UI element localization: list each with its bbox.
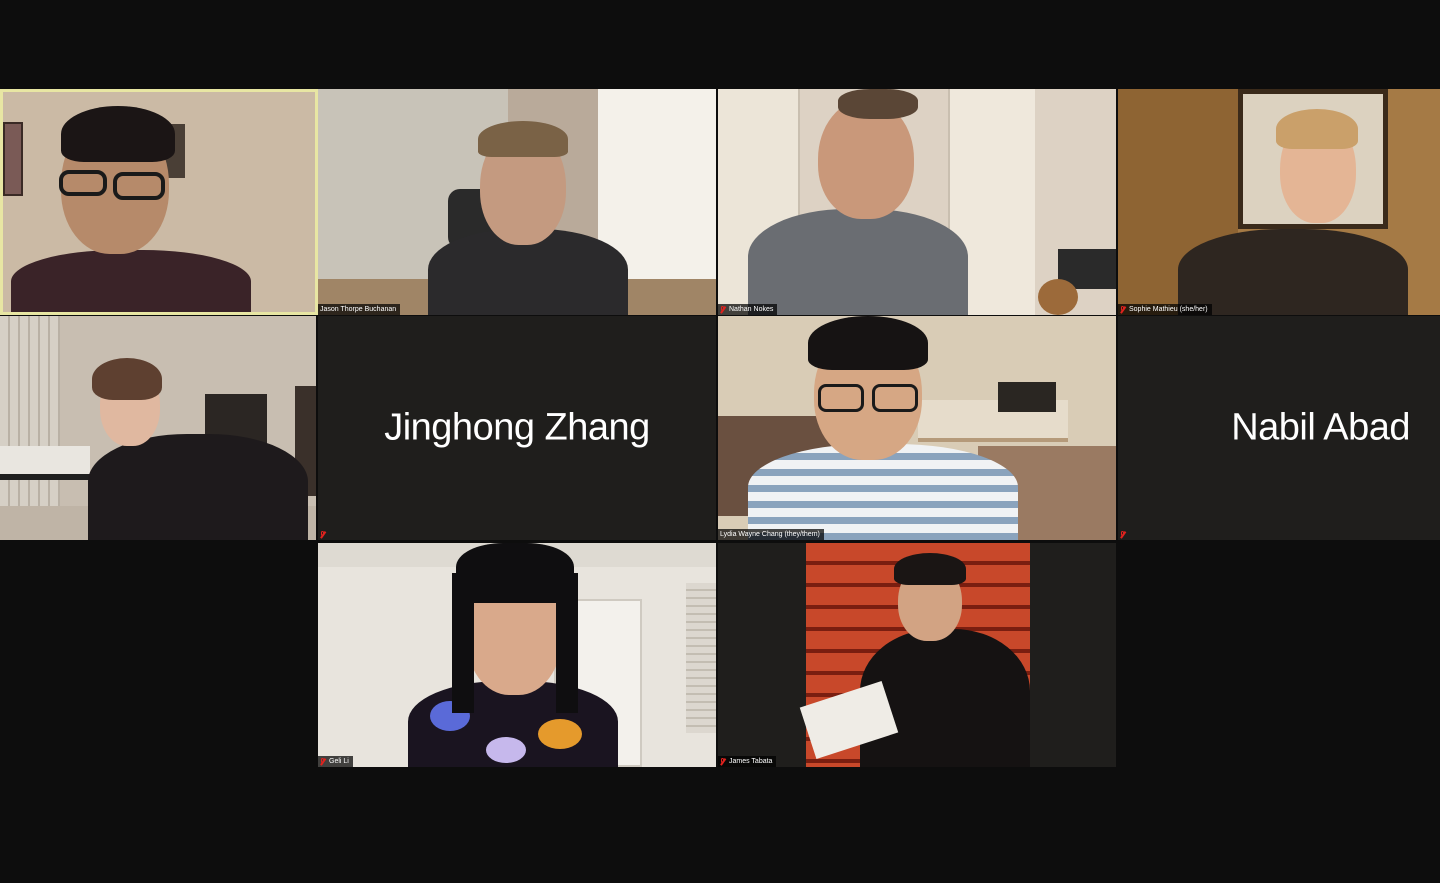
video-feed: [3, 92, 315, 312]
video-tile-participant-6[interactable]: Jinghong Zhang: [318, 316, 716, 540]
mic-muted-icon: [1120, 531, 1126, 539]
mic-muted-icon: [720, 757, 726, 766]
video-tile-participant-10[interactable]: James Tabata: [718, 543, 1116, 767]
participant-name-tag: [318, 530, 330, 540]
video-tile-participant-5[interactable]: [0, 316, 316, 540]
participant-name-tag: Lydia Wayne Chang (they/them): [718, 529, 824, 540]
video-tile-participant-9[interactable]: Geli Li: [318, 543, 716, 767]
video-tile-participant-8[interactable]: Nabil Abad: [1118, 316, 1440, 540]
participant-name: Geli Li: [329, 758, 349, 765]
video-feed: [0, 316, 316, 540]
mic-muted-icon: [320, 531, 326, 539]
mic-muted-icon: [1120, 305, 1126, 314]
participant-name: Jason Thorpe Buchanan: [320, 306, 397, 313]
participant-name-tag: Geli Li: [318, 756, 353, 767]
video-feed: [799, 543, 1030, 767]
video-tile-participant-3[interactable]: Nathan Nokes: [718, 89, 1116, 315]
participant-name-tag: Sophie Mathieu (she/her): [1118, 304, 1212, 315]
mic-muted-icon: [720, 305, 726, 314]
video-feed: [318, 543, 716, 767]
video-tile-participant-4[interactable]: Sophie Mathieu (she/her): [1118, 89, 1440, 315]
participant-display-name: Nabil Abad: [1231, 406, 1410, 449]
participant-name: James Tabata: [729, 758, 773, 765]
video-feed: [718, 316, 1116, 540]
participant-name: Sophie Mathieu (she/her): [1129, 306, 1208, 313]
video-tile-participant-7[interactable]: Lydia Wayne Chang (they/them): [718, 316, 1116, 540]
participant-name-tag: Nathan Nokes: [718, 304, 778, 315]
participant-name: Nathan Nokes: [729, 306, 774, 313]
video-tile-participant-2[interactable]: Jason Thorpe Buchanan: [318, 89, 716, 315]
participant-name-tag: [1118, 530, 1130, 540]
video-feed: [1118, 89, 1440, 315]
participant-name-tag: Jason Thorpe Buchanan: [318, 304, 401, 315]
mic-muted-icon: [320, 757, 326, 766]
participant-display-name: Jinghong Zhang: [384, 406, 650, 449]
participant-name-tag: James Tabata: [718, 756, 777, 767]
video-grid: Jason Thorpe Buchanan Nathan Nokes Sophi…: [0, 0, 1440, 883]
video-tile-participant-1[interactable]: [0, 89, 318, 315]
video-feed: [318, 89, 716, 315]
participant-name: Lydia Wayne Chang (they/them): [720, 531, 820, 538]
video-feed: [718, 89, 1116, 315]
